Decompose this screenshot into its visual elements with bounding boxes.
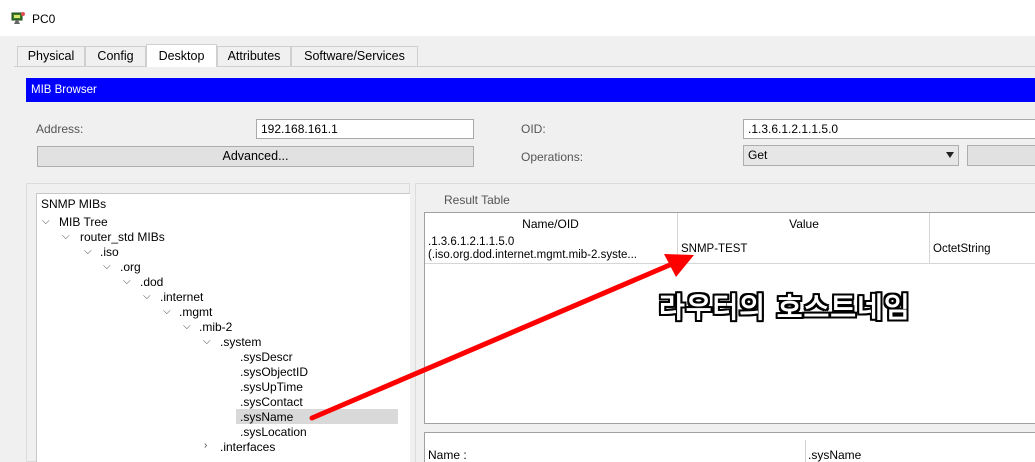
- tab-desktop[interactable]: Desktop: [146, 44, 217, 67]
- operations-select[interactable]: Get: [743, 145, 959, 166]
- tab-software-services[interactable]: Software/Services: [291, 46, 418, 66]
- tree-item-mgmt[interactable]: .mgmt: [179, 305, 212, 320]
- result-table-label: Result Table: [444, 193, 510, 207]
- tree-root-label: SNMP MIBs: [41, 197, 107, 211]
- column-header-value[interactable]: Value: [678, 212, 930, 236]
- chevron-down-icon[interactable]: ⌵: [123, 276, 131, 287]
- tree-item-internet[interactable]: .internet: [160, 290, 203, 305]
- chevron-down-icon: [946, 152, 954, 158]
- tab-attributes[interactable]: Attributes: [217, 46, 291, 66]
- row-value: SNMP-TEST: [681, 243, 748, 255]
- details-name-value: .sysName: [808, 448, 862, 462]
- details-table: [424, 432, 1035, 462]
- tree-item-mib-2[interactable]: .mib-2: [199, 320, 232, 335]
- operations-selected-value: Get: [748, 148, 768, 162]
- oid-input[interactable]: .1.3.6.1.2.1.1.5.0: [743, 119, 1035, 139]
- chevron-down-icon[interactable]: ⌵: [42, 216, 50, 227]
- title-bar: [0, 0, 1035, 36]
- column-divider: [805, 440, 806, 462]
- tree-item-router-std-mibs[interactable]: router_std MIBs: [80, 230, 165, 245]
- annotation-text: 라우터의 호스트네임: [659, 291, 911, 324]
- details-name-label: Name :: [428, 448, 467, 462]
- go-button[interactable]: [967, 145, 1035, 166]
- tree-item-iso[interactable]: .iso: [100, 245, 119, 260]
- chevron-down-icon[interactable]: ⌵: [103, 261, 111, 272]
- address-input[interactable]: 192.168.161.1: [256, 119, 474, 139]
- tree-item-system[interactable]: .system: [220, 335, 261, 350]
- tree-item-dod[interactable]: .dod: [140, 275, 163, 290]
- row-divider: [425, 263, 1035, 264]
- chevron-down-icon[interactable]: ⌵: [62, 231, 70, 242]
- tree-item-interfaces[interactable]: .interfaces: [220, 440, 275, 455]
- chevron-down-icon[interactable]: ⌵: [203, 336, 211, 347]
- chevron-down-icon[interactable]: ⌵: [84, 246, 92, 257]
- row-oid-name: (.iso.org.dod.internet.mgmt.mib-2.syste.…: [428, 249, 637, 261]
- tree-item-org[interactable]: .org: [120, 260, 141, 275]
- tab-config[interactable]: Config: [85, 46, 146, 66]
- chevron-right-icon[interactable]: ›: [204, 440, 207, 451]
- tree-item-mib-tree[interactable]: MIB Tree: [59, 215, 108, 230]
- chevron-down-icon[interactable]: ⌵: [163, 306, 171, 317]
- row-type: OctetString: [933, 243, 991, 255]
- tree-item-sysobjectid[interactable]: .sysObjectID: [240, 365, 308, 380]
- oid-label: OID:: [521, 122, 546, 136]
- tree-item-syslocation[interactable]: .sysLocation: [240, 425, 307, 440]
- tree-item-sysuptime[interactable]: .sysUpTime: [240, 380, 303, 395]
- packet-tracer-pc-icon: [11, 12, 25, 24]
- tree-item-sysname[interactable]: .sysName: [240, 410, 293, 425]
- operations-label: Operations:: [521, 150, 584, 164]
- advanced-button[interactable]: Advanced...: [37, 146, 474, 167]
- row-oid: .1.3.6.1.2.1.1.5.0: [428, 236, 515, 248]
- tree-item-sysdescr[interactable]: .sysDescr: [240, 350, 293, 365]
- tree-item-syscontact[interactable]: .sysContact: [240, 395, 303, 410]
- mib-browser-header: MIB Browser: [26, 78, 1035, 102]
- address-label: Address:: [36, 122, 84, 136]
- tab-physical[interactable]: Physical: [17, 46, 85, 66]
- column-header-name-oid[interactable]: Name/OID: [424, 212, 677, 236]
- chevron-down-icon[interactable]: ⌵: [143, 291, 151, 302]
- chevron-down-icon[interactable]: ⌵: [183, 321, 191, 332]
- window-title: PC0: [32, 12, 56, 26]
